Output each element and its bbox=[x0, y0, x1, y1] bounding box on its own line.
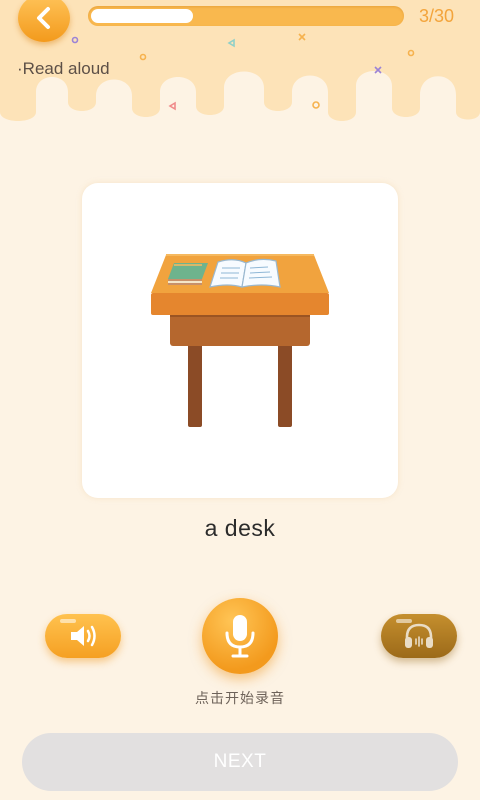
record-hint: 点击开始录音 bbox=[195, 690, 285, 706]
chevron-left-icon bbox=[37, 7, 50, 29]
next-button[interactable]: NEXT bbox=[22, 733, 458, 791]
progress-bar bbox=[88, 6, 404, 26]
microphone-icon bbox=[225, 615, 255, 658]
closed-book bbox=[168, 263, 208, 285]
playback-recording-button[interactable] bbox=[381, 614, 457, 658]
record-button[interactable] bbox=[202, 598, 278, 674]
speaker-icon bbox=[71, 625, 96, 647]
word-label: a desk bbox=[204, 515, 276, 541]
desk-illustration bbox=[151, 254, 329, 427]
button-highlight bbox=[60, 619, 76, 623]
progress-count: 3/30 bbox=[419, 6, 455, 26]
play-audio-button[interactable] bbox=[45, 614, 121, 658]
button-highlight bbox=[396, 619, 412, 623]
progress-bar-fill bbox=[91, 9, 193, 23]
open-book bbox=[209, 258, 281, 288]
mode-label: ·Read aloud bbox=[17, 59, 110, 78]
headphones-icon bbox=[405, 623, 433, 648]
word-card bbox=[82, 183, 398, 498]
